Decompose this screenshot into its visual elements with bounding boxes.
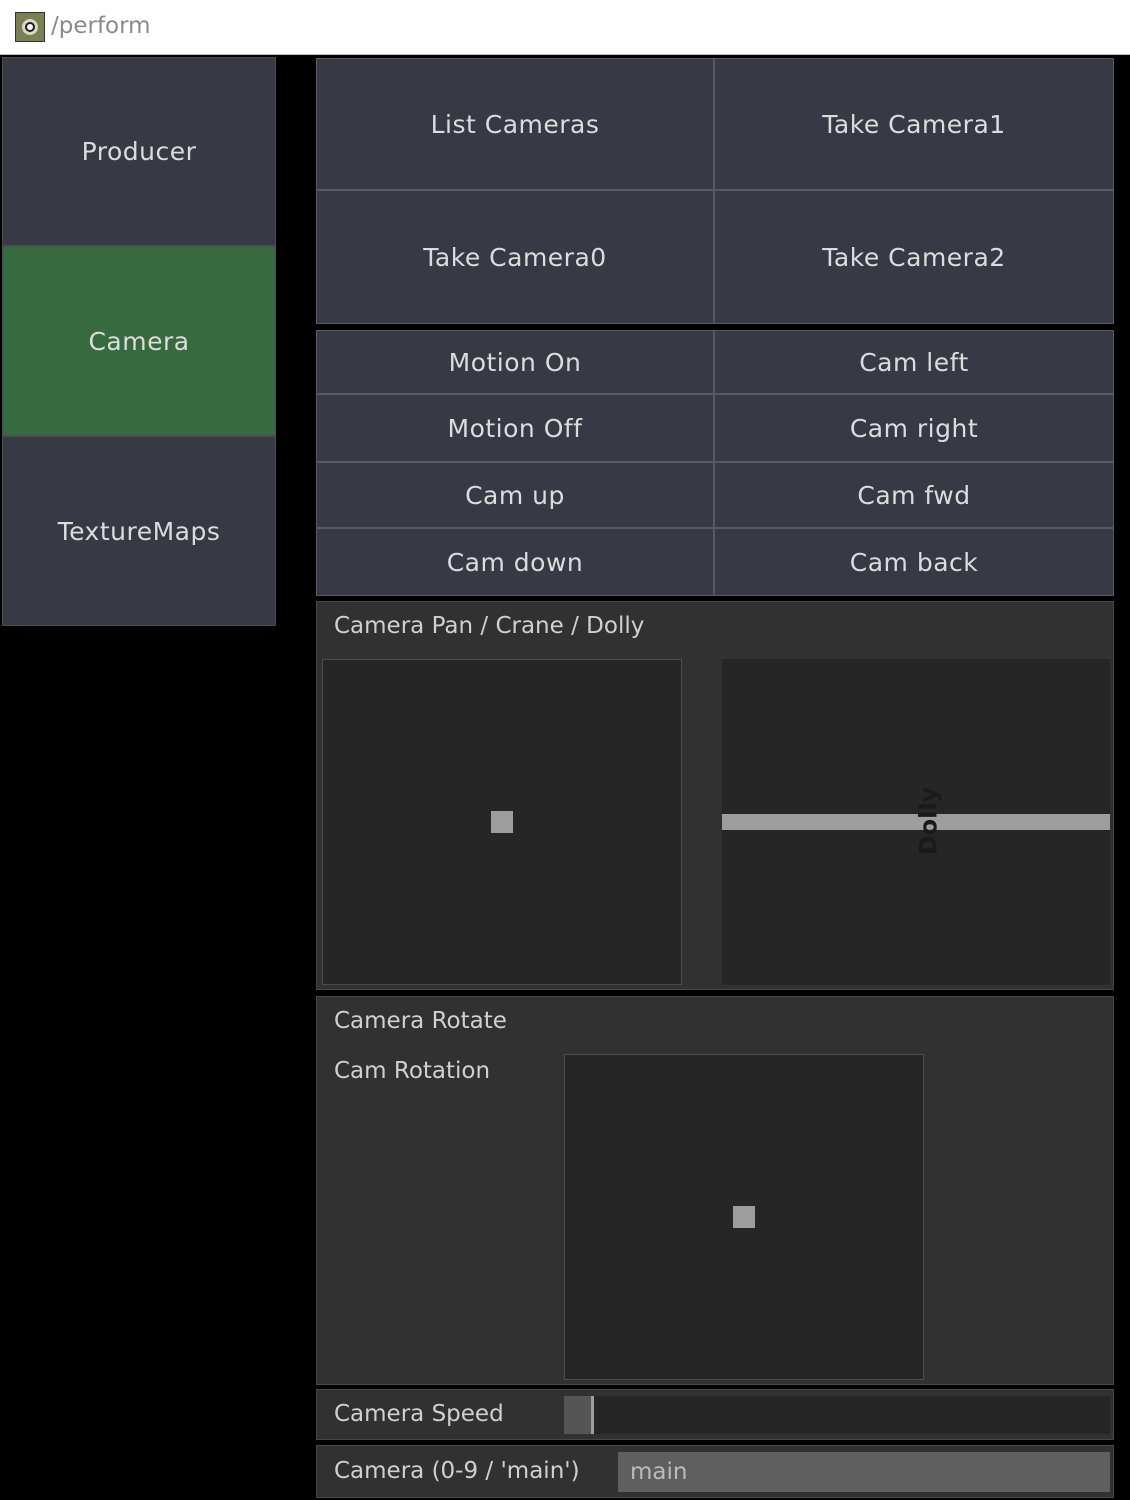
pan-group-title: Camera Pan / Crane / Dolly — [334, 613, 645, 639]
cam-left-button[interactable]: Cam left — [714, 330, 1114, 394]
camera-speed-handle[interactable] — [591, 1396, 595, 1434]
camera-speed-fill — [564, 1396, 592, 1434]
take-camera2-button[interactable]: Take Camera2 — [714, 190, 1114, 324]
camera-speed-slider[interactable] — [564, 1396, 1110, 1434]
motion-on-button[interactable]: Motion On — [316, 330, 714, 394]
cam-rotation-label: Cam Rotation — [334, 1058, 491, 1084]
title-bar: /perform — [0, 0, 1130, 55]
tab-texturemaps[interactable]: TextureMaps — [2, 436, 276, 626]
motion-off-button[interactable]: Motion Off — [316, 394, 714, 462]
camera-select-row: Camera (0-9 / 'main') — [316, 1445, 1114, 1498]
pan-crane-handle[interactable] — [491, 811, 513, 833]
cam-right-button[interactable]: Cam right — [714, 394, 1114, 462]
pan-crane-dolly-group: Camera Pan / Crane / Dolly Dolly — [316, 601, 1114, 990]
camera-speed-label: Camera Speed — [334, 1401, 504, 1427]
cam-fwd-button[interactable]: Cam fwd — [714, 462, 1114, 528]
tab-camera[interactable]: Camera — [2, 246, 276, 436]
camera-rotate-group: Camera Rotate Cam Rotation — [316, 996, 1114, 1385]
pan-crane-xy-pad[interactable] — [322, 659, 682, 985]
cam-back-button[interactable]: Cam back — [714, 528, 1114, 596]
list-cameras-button[interactable]: List Cameras — [316, 58, 714, 190]
camera-speed-row: Camera Speed — [316, 1389, 1114, 1440]
app-icon — [15, 12, 45, 42]
camera-select-input[interactable] — [618, 1452, 1110, 1492]
take-camera0-button[interactable]: Take Camera0 — [316, 190, 714, 324]
cam-up-button[interactable]: Cam up — [316, 462, 714, 528]
take-camera1-button[interactable]: Take Camera1 — [714, 58, 1114, 190]
cam-rotation-xy-pad[interactable] — [564, 1054, 924, 1380]
cam-rotation-handle[interactable] — [733, 1206, 755, 1228]
dolly-label: Dolly — [914, 786, 943, 856]
tab-producer[interactable]: Producer — [2, 57, 276, 246]
rotate-group-title: Camera Rotate — [334, 1008, 507, 1034]
cam-down-button[interactable]: Cam down — [316, 528, 714, 596]
camera-select-label: Camera (0-9 / 'main') — [334, 1458, 580, 1484]
window-title: /perform — [51, 13, 151, 39]
dolly-slider[interactable]: Dolly — [722, 659, 1110, 985]
